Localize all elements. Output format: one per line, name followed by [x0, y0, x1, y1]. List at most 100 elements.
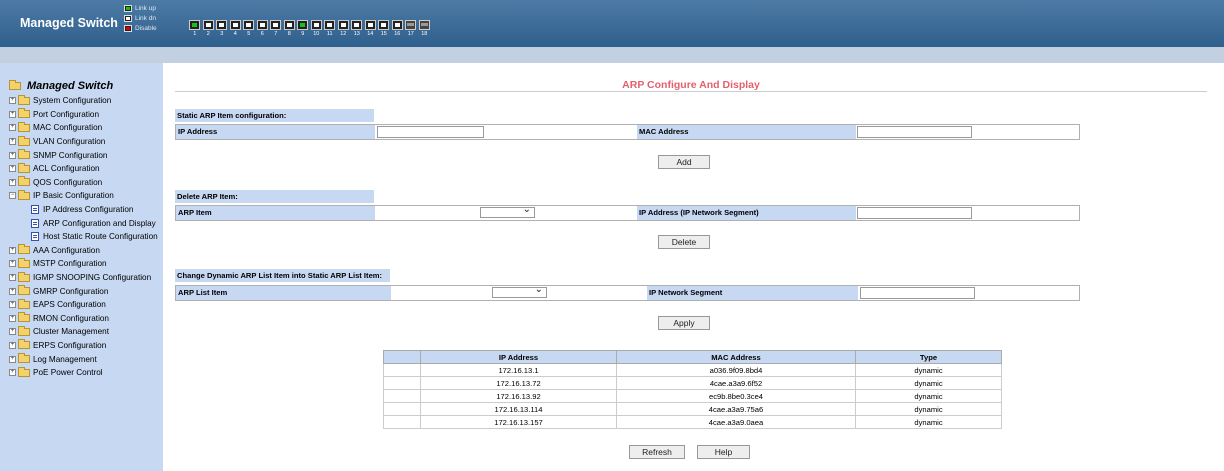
arp-list-select[interactable]: [492, 284, 547, 298]
mac-cell: 4cae.a3a9.0aea: [616, 415, 856, 429]
expand-icon[interactable]: +: [9, 151, 16, 159]
expand-icon[interactable]: +: [9, 97, 16, 105]
port-5[interactable]: 5: [243, 20, 255, 37]
add-button[interactable]: Add: [658, 155, 710, 169]
static-ip-input[interactable]: [377, 126, 484, 138]
select-cell[interactable]: [383, 402, 421, 416]
port-9[interactable]: 9: [297, 20, 309, 37]
collapse-icon[interactable]: −: [9, 192, 16, 200]
port-18[interactable]: 18: [418, 20, 431, 37]
sidebar-item-label: Log Management: [33, 354, 97, 364]
folder-icon: [18, 108, 30, 119]
port-number: 10: [313, 31, 320, 37]
expand-icon[interactable]: +: [9, 314, 16, 322]
port-13[interactable]: 13: [351, 20, 363, 37]
delete-ip-input[interactable]: [857, 207, 972, 219]
arp-item-select[interactable]: [480, 204, 535, 218]
sidebar-item[interactable]: + Log Management: [9, 352, 158, 366]
sidebar-item[interactable]: + AAA Configuration: [9, 244, 158, 258]
port-panel: 1 2 3 4 5 6 7 8 9 10 11 12 13 14 15 16 17 18: [189, 20, 430, 37]
table-row[interactable]: 172.16.13.1 a036.9f09.8bd4 dynamic: [383, 363, 1002, 377]
ip-cell: 172.16.13.114: [420, 402, 617, 416]
sidebar-item[interactable]: − IP Basic Configuration: [9, 189, 158, 203]
ethernet-port-icon: [229, 20, 241, 30]
table-row[interactable]: 172.16.13.92 ec9b.8be0.3ce4 dynamic: [383, 389, 1002, 403]
port-4[interactable]: 4: [229, 20, 242, 37]
expand-icon[interactable]: +: [9, 369, 16, 377]
port-2[interactable]: 2: [202, 20, 215, 37]
sidebar-item-label: IP Address Configuration: [43, 205, 134, 215]
ethernet-port-icon: [283, 20, 295, 30]
port-15[interactable]: 15: [378, 20, 390, 37]
delete-arp-row: ARP Item IP Address (IP Network Segment): [175, 204, 1080, 221]
ethernet-port-icon: [351, 20, 363, 30]
port-10[interactable]: 10: [310, 20, 323, 37]
type-cell: dynamic: [855, 376, 1002, 390]
expand-icon[interactable]: +: [9, 341, 16, 349]
sidebar-item[interactable]: + MAC Configuration: [9, 121, 158, 135]
port-1[interactable]: 1: [189, 20, 201, 37]
sidebar-item[interactable]: + IGMP SNOOPING Configuration: [9, 271, 158, 285]
sidebar-item-label: Port Configuration: [33, 109, 99, 119]
table-row[interactable]: 172.16.13.114 4cae.a3a9.75a6 dynamic: [383, 402, 1002, 416]
sidebar-item[interactable]: + System Configuration: [9, 94, 158, 108]
port-16[interactable]: 16: [391, 20, 404, 37]
port-6[interactable]: 6: [256, 20, 269, 37]
sidebar-item[interactable]: + PoE Power Control: [9, 366, 158, 380]
ip-cell: 172.16.13.1: [420, 363, 617, 377]
static-mac-input[interactable]: [857, 126, 972, 138]
port-7[interactable]: 7: [270, 20, 282, 37]
select-cell[interactable]: [383, 389, 421, 403]
port-8[interactable]: 8: [283, 20, 296, 37]
sidebar-item[interactable]: ARP Configuration and Display: [9, 216, 158, 230]
sidebar-item[interactable]: + EAPS Configuration: [9, 298, 158, 312]
sidebar-item[interactable]: + GMRP Configuration: [9, 284, 158, 298]
port-down-icon: [124, 14, 132, 22]
expand-icon[interactable]: +: [9, 287, 16, 295]
sidebar-item[interactable]: + VLAN Configuration: [9, 135, 158, 149]
expand-icon[interactable]: +: [9, 124, 16, 132]
expand-icon[interactable]: +: [9, 110, 16, 118]
port-12[interactable]: 12: [337, 20, 350, 37]
expand-icon[interactable]: +: [9, 178, 16, 186]
port-11[interactable]: 11: [324, 20, 336, 37]
expand-icon[interactable]: +: [9, 138, 16, 146]
sidebar-item[interactable]: + Port Configuration: [9, 108, 158, 122]
table-row[interactable]: 172.16.13.157 4cae.a3a9.0aea dynamic: [383, 415, 1002, 429]
port-17[interactable]: 17: [405, 20, 417, 37]
delete-button[interactable]: Delete: [658, 235, 710, 249]
port-14[interactable]: 14: [364, 20, 377, 37]
help-button[interactable]: Help: [697, 445, 750, 459]
page-icon: [31, 218, 39, 228]
sidebar-item[interactable]: + QOS Configuration: [9, 176, 158, 190]
apply-button[interactable]: Apply: [658, 316, 710, 330]
select-cell[interactable]: [383, 415, 421, 429]
select-cell[interactable]: [383, 376, 421, 390]
sidebar-item[interactable]: + ACL Configuration: [9, 162, 158, 176]
table-row[interactable]: 172.16.13.72 4cae.a3a9.6f52 dynamic: [383, 376, 1002, 390]
sidebar-item[interactable]: Host Static Route Configuration: [9, 230, 158, 244]
segment-input[interactable]: [860, 287, 975, 299]
sidebar-item[interactable]: IP Address Configuration: [9, 203, 158, 217]
refresh-button[interactable]: Refresh: [629, 445, 685, 459]
port-number: 16: [394, 31, 401, 37]
sidebar-item[interactable]: + Cluster Management: [9, 325, 158, 339]
sidebar-item-label: SNMP Configuration: [33, 150, 108, 160]
page-icon: [31, 205, 39, 215]
expand-icon[interactable]: +: [9, 274, 16, 282]
sidebar-item[interactable]: + ERPS Configuration: [9, 339, 158, 353]
sidebar-item[interactable]: + SNMP Configuration: [9, 148, 158, 162]
expand-icon[interactable]: +: [9, 165, 16, 173]
port-number: 18: [421, 31, 428, 37]
expand-icon[interactable]: +: [9, 355, 16, 363]
sidebar-item[interactable]: + RMON Configuration: [9, 312, 158, 326]
port-3[interactable]: 3: [216, 20, 228, 37]
expand-icon[interactable]: +: [9, 328, 16, 336]
select-cell[interactable]: [383, 363, 421, 377]
expand-icon[interactable]: +: [9, 301, 16, 309]
expand-icon[interactable]: +: [9, 246, 16, 254]
expand-icon[interactable]: +: [9, 260, 16, 268]
sidebar-item[interactable]: + MSTP Configuration: [9, 257, 158, 271]
ethernet-port-icon: [378, 20, 390, 30]
tree-root[interactable]: Managed Switch: [9, 80, 113, 92]
